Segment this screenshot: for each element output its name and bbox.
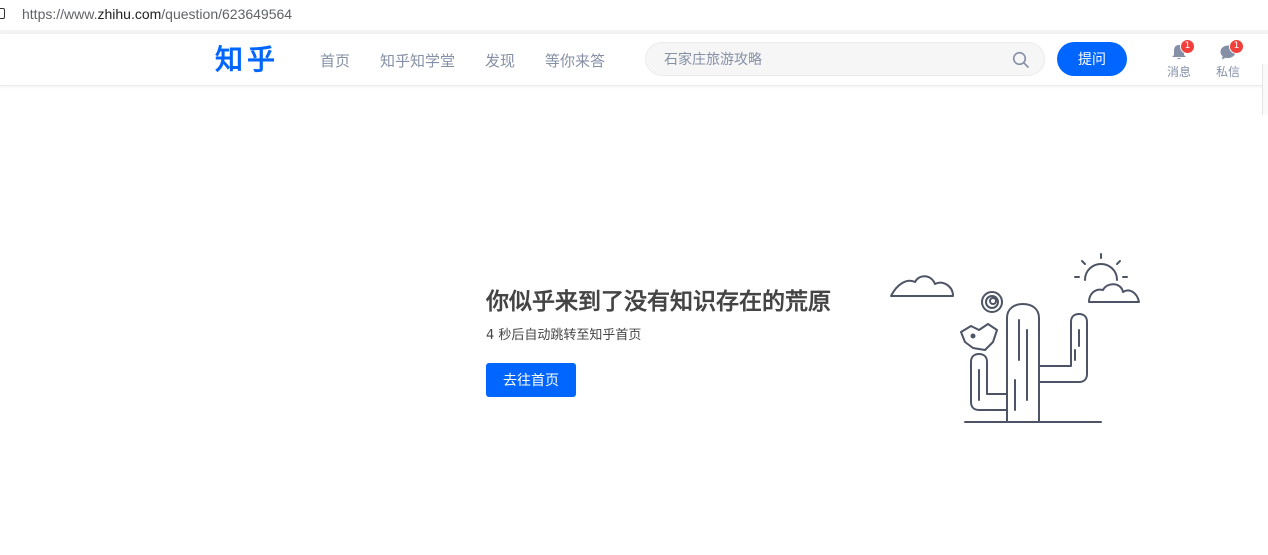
dm-label: 私信 (1215, 65, 1240, 79)
main-nav: 首页 知乎知学堂 发现 等你来答 (320, 50, 635, 71)
redirect-countdown: 4 秒后自动跳转至知乎首页 (486, 328, 642, 343)
sun-icon (1074, 253, 1128, 281)
cloud-right-icon (1088, 283, 1140, 303)
site-header: 知乎 首页 知乎知学堂 发现 等你来答 提问 1 消息 1 私信 (0, 34, 1268, 115)
dog-head-icon (960, 323, 998, 351)
nav-item-waiting[interactable]: 等你来答 (545, 50, 605, 71)
scribble-icon (981, 291, 1003, 313)
go-home-button[interactable]: 去往首页 (486, 363, 576, 397)
nav-item-home[interactable]: 首页 (320, 50, 350, 71)
url-path: /question/623649564 (161, 6, 293, 22)
url-prefix: https://www. (22, 6, 98, 22)
nav-item-explore[interactable]: 发现 (485, 50, 515, 71)
desert-cactus-illustration (890, 253, 1140, 423)
search-input[interactable] (662, 43, 1006, 77)
messages-button[interactable]: 1 消息 (1161, 39, 1197, 82)
zhihu-logo[interactable]: 知乎 (215, 38, 279, 78)
url-text[interactable]: https://www.zhihu.com/question/623649564 (22, 6, 292, 22)
cloud-icon (890, 275, 954, 297)
header-right-edge (1262, 64, 1268, 115)
ask-question-button[interactable]: 提问 (1057, 42, 1127, 76)
messages-badge: 1 (1180, 39, 1195, 54)
search-box (645, 42, 1045, 77)
dm-badge: 1 (1229, 39, 1244, 54)
cactus-icon (1006, 303, 1040, 423)
lock-icon (0, 8, 5, 19)
search-icon[interactable] (1012, 51, 1030, 69)
error-title: 你似乎来到了没有知识存在的荒原 (486, 289, 831, 315)
messages-label: 消息 (1166, 65, 1191, 79)
direct-messages-button[interactable]: 1 私信 (1210, 39, 1246, 82)
browser-address-bar[interactable]: https://www.zhihu.com/question/623649564 (0, 0, 1268, 30)
nav-item-zhixuetang[interactable]: 知乎知学堂 (380, 50, 455, 71)
url-host: zhihu.com (97, 6, 162, 22)
